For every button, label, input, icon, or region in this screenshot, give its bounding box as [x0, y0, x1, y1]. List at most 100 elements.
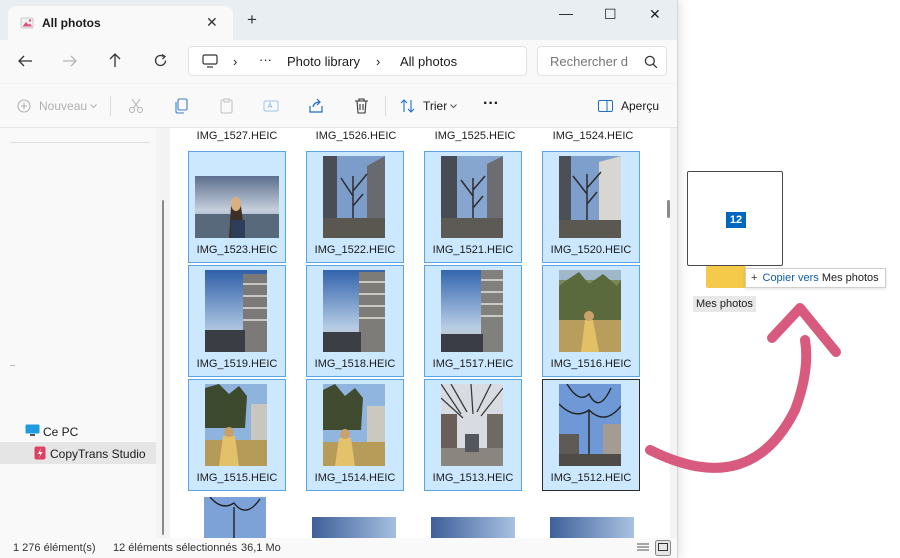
photo-thumbnail [559, 156, 621, 238]
new-tab-button[interactable]: + [247, 11, 257, 28]
file-tile-img-1512[interactable]: IMG_1512.HEIC [542, 379, 640, 491]
file-tile-img-1518[interactable]: IMG_1518.HEIC [306, 265, 404, 377]
share-icon[interactable] [308, 98, 324, 114]
up-arrow-icon[interactable] [108, 52, 122, 68]
file-name: IMG_1516.HEIC [550, 358, 632, 370]
new-button[interactable]: Nouveau [39, 99, 87, 113]
sidebar-item-copytrans-studio[interactable]: CopyTrans Studio [0, 442, 156, 464]
drag-action: Copier vers [762, 272, 819, 284]
breadcrumb-ellipsis[interactable]: ··· [259, 52, 272, 67]
command-bar: Nouveau Trier ··· Aperçu [0, 84, 677, 128]
file-explorer-window: All photos ✕ + — ☐ ✕ › ··· Photo library… [0, 0, 678, 558]
sidebar-scrollbar[interactable] [162, 200, 164, 535]
file-name[interactable]: IMG_1526.HEIC [306, 130, 406, 142]
new-plus-icon [17, 99, 31, 113]
file-tile-img-1519[interactable]: IMG_1519.HEIC [188, 265, 286, 377]
photo-thumbnail [323, 270, 385, 352]
file-tile-img-1515[interactable]: IMG_1515.HEIC [188, 379, 286, 491]
selection-count: 12 éléments sélectionnés [113, 542, 238, 554]
photo-thumbnail [441, 270, 503, 352]
photo-thumbnail [441, 156, 503, 238]
tab-close-icon[interactable]: ✕ [206, 14, 218, 31]
minimize-button[interactable]: — [559, 5, 573, 21]
sidebar-item-label: CopyTrans Studio [50, 447, 146, 461]
photo-thumbnail [559, 384, 621, 466]
item-count: 1 276 élément(s) [13, 542, 96, 554]
breadcrumb-separator: › [233, 54, 238, 69]
file-tile-img-1513[interactable]: IMG_1513.HEIC [424, 379, 522, 491]
navigation-pane: Ce PC CopyTrans Studio [0, 128, 156, 538]
thumbnail-view-icon[interactable] [655, 540, 671, 556]
selection-size: 36,1 Mo [241, 542, 281, 554]
photo-thumbnail [205, 270, 267, 352]
monitor-icon [202, 54, 218, 68]
paste-icon[interactable] [219, 98, 235, 114]
file-tile-img-1520[interactable]: IMG_1520.HEIC [542, 151, 640, 263]
back-arrow-icon[interactable] [17, 54, 33, 68]
photo-thumbnail [195, 176, 279, 238]
sort-icon [400, 99, 415, 113]
folder-icon [706, 266, 746, 288]
file-tile-img-1514[interactable]: IMG_1514.HEIC [306, 379, 404, 491]
file-tile-img-1517[interactable]: IMG_1517.HEIC [424, 265, 522, 377]
drag-preview: 12 [687, 171, 783, 266]
refresh-icon[interactable] [153, 53, 168, 68]
sidebar-item-ce-pc[interactable]: Ce PC [0, 420, 156, 442]
breadcrumb-separator: › [376, 54, 381, 69]
file-name: IMG_1512.HEIC [550, 472, 632, 484]
breadcrumb-photo-library[interactable]: Photo library [287, 54, 360, 69]
photo-thumbnail[interactable] [431, 517, 515, 538]
file-name[interactable]: IMG_1525.HEIC [425, 130, 525, 142]
search-input[interactable] [550, 54, 640, 69]
photo-thumbnail[interactable] [550, 517, 634, 538]
sidebar-divider [10, 365, 15, 366]
file-name: IMG_1513.HEIC [432, 472, 514, 484]
sidebar-item-label: Ce PC [43, 425, 79, 439]
photo-thumbnail [205, 384, 267, 466]
search-box[interactable] [537, 46, 667, 76]
forward-arrow-icon[interactable] [62, 54, 78, 68]
file-name[interactable]: IMG_1527.HEIC [187, 130, 287, 142]
rename-icon[interactable] [263, 98, 279, 114]
photo-thumbnail[interactable] [312, 517, 396, 538]
sort-button[interactable]: Trier [423, 99, 447, 113]
toolbar-divider [385, 96, 386, 116]
photo-thumbnail [559, 270, 621, 352]
photo-thumbnail[interactable] [204, 497, 266, 538]
content-scrollbar[interactable] [667, 200, 670, 218]
drag-count-badge: 12 [726, 212, 746, 228]
drag-destination: Mes photos [821, 272, 879, 284]
copy-icon[interactable] [173, 98, 189, 114]
delete-icon[interactable] [354, 98, 369, 114]
copytrans-icon [34, 446, 46, 460]
plus-icon: + [751, 272, 758, 284]
details-view-icon[interactable] [637, 543, 649, 553]
search-icon[interactable] [644, 55, 658, 69]
maximize-button[interactable]: ☐ [604, 6, 617, 23]
tab-all-photos[interactable]: All photos ✕ [8, 6, 233, 40]
breadcrumb-all-photos[interactable]: All photos [400, 54, 457, 69]
file-tile-img-1516[interactable]: IMG_1516.HEIC [542, 265, 640, 377]
file-tile-img-1523[interactable]: IMG_1523.HEIC [188, 151, 286, 263]
file-name: IMG_1518.HEIC [314, 358, 396, 370]
photo-thumbnail [441, 384, 503, 466]
close-window-button[interactable]: ✕ [649, 6, 661, 23]
chevron-down-icon [450, 104, 457, 109]
file-name: IMG_1514.HEIC [314, 472, 396, 484]
toolbar-divider [110, 96, 111, 116]
file-name: IMG_1519.HEIC [196, 358, 278, 370]
file-name: IMG_1523.HEIC [196, 244, 278, 256]
photo-thumbnail [323, 384, 385, 466]
chevron-down-icon [90, 104, 97, 109]
preview-button[interactable]: Aperçu [621, 99, 659, 113]
file-tile-img-1522[interactable]: IMG_1522.HEIC [306, 151, 404, 263]
more-options-button[interactable]: ··· [483, 95, 499, 113]
file-name: IMG_1520.HEIC [550, 244, 632, 256]
cut-icon[interactable] [128, 98, 144, 114]
file-name[interactable]: IMG_1524.HEIC [543, 130, 643, 142]
file-grid: IMG_1527.HEIC IMG_1526.HEIC IMG_1525.HEI… [170, 128, 670, 538]
address-bar[interactable]: › ··· Photo library › All photos [188, 46, 527, 76]
tab-title: All photos [42, 16, 101, 30]
photo-thumbnail [323, 156, 385, 238]
file-tile-img-1521[interactable]: IMG_1521.HEIC [424, 151, 522, 263]
